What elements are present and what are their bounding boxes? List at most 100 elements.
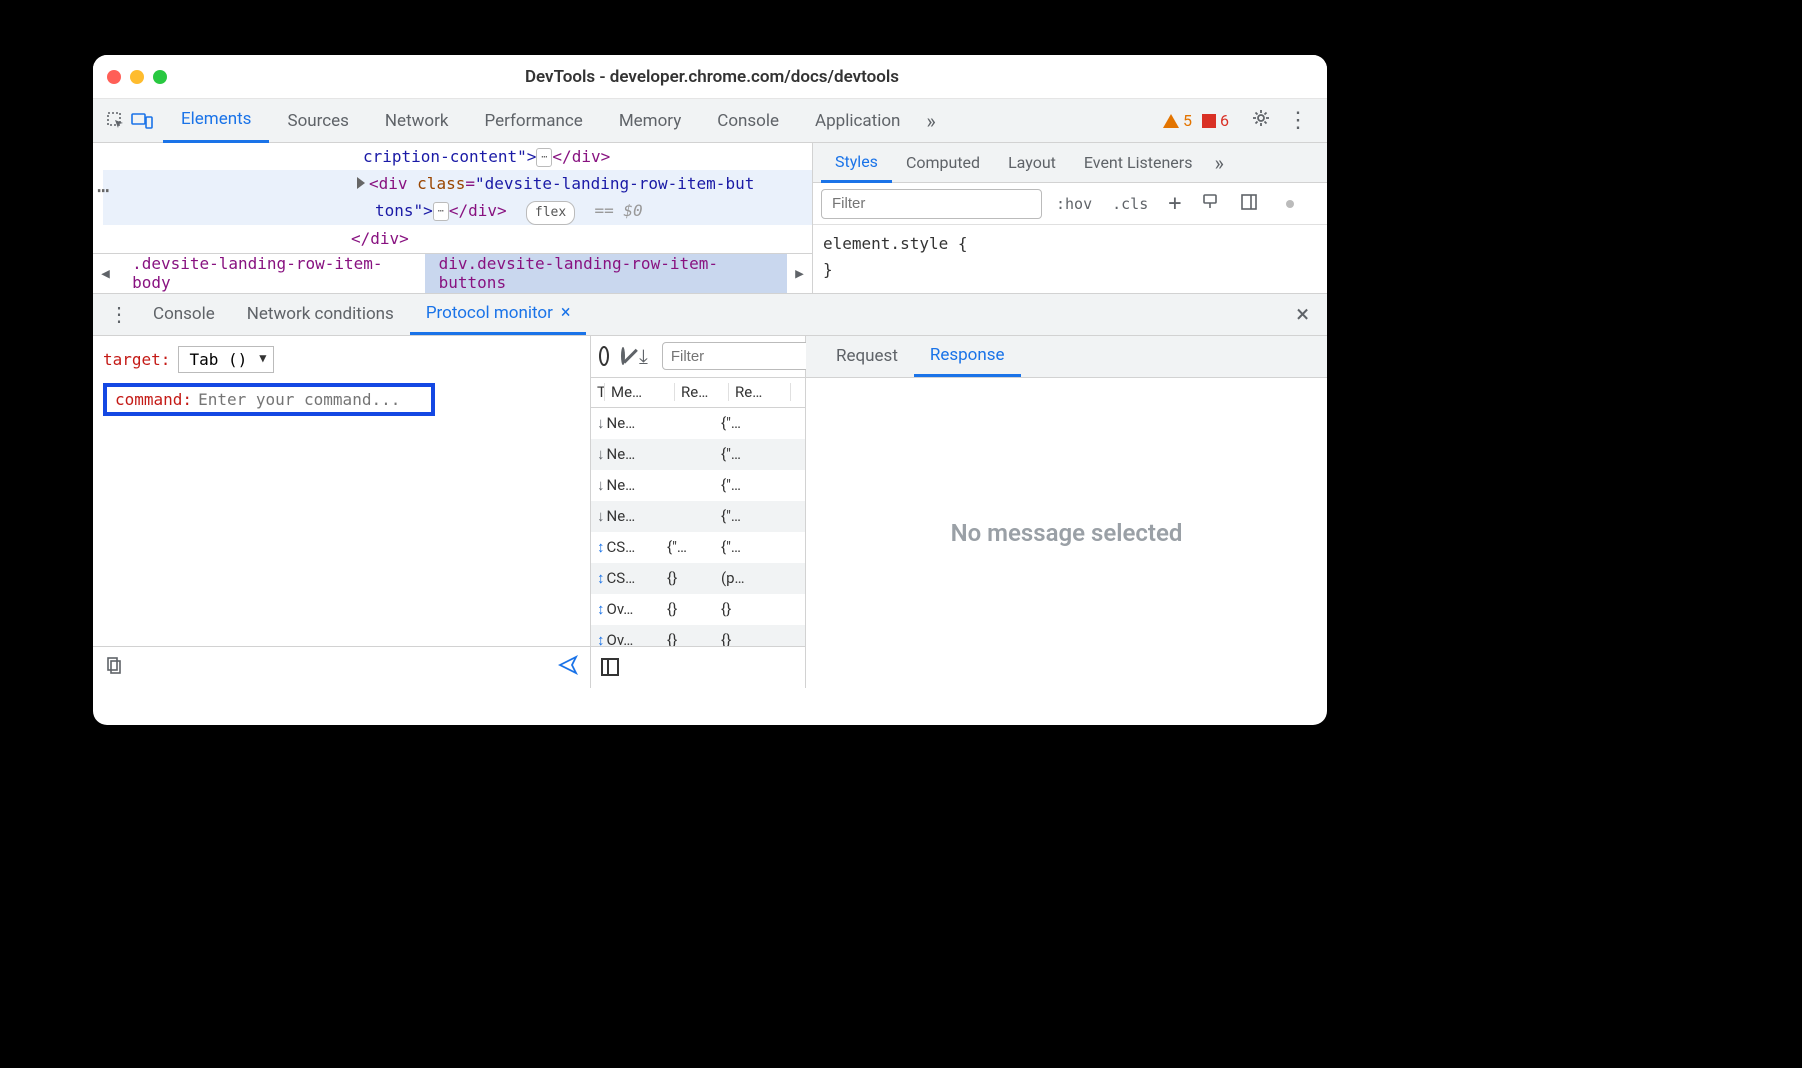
protocol-monitor-toolbar: ⤓ bbox=[591, 336, 805, 378]
cell-request: {} bbox=[661, 600, 715, 618]
table-row[interactable]: ↓Ne…{"… bbox=[591, 470, 805, 501]
titlebar: DevTools - developer.chrome.com/docs/dev… bbox=[93, 55, 1327, 99]
col-method[interactable]: Me… bbox=[605, 383, 675, 401]
crumb-left-icon[interactable]: ◂ bbox=[93, 261, 118, 286]
kebab-menu-icon[interactable]: ⋮ bbox=[1279, 108, 1317, 133]
styles-body[interactable]: element.style { } bbox=[813, 225, 1327, 288]
styles-tab-layout[interactable]: Layout bbox=[994, 143, 1070, 183]
warnings-badge[interactable]: 5 bbox=[1163, 111, 1192, 130]
overflow-ellipsis-icon: ⋯ bbox=[97, 173, 109, 207]
record-icon[interactable] bbox=[601, 348, 607, 364]
tab-application[interactable]: Application bbox=[797, 99, 918, 143]
col-type[interactable]: T bbox=[591, 383, 605, 401]
errors-badge[interactable]: 6 bbox=[1202, 111, 1229, 130]
cell-response: {"… bbox=[715, 538, 777, 556]
cell-method: ↕Ov… bbox=[591, 631, 661, 646]
styles-toolbar: :hov .cls + bbox=[813, 183, 1327, 225]
drawer-menu-icon[interactable]: ⋮ bbox=[101, 302, 137, 326]
protocol-message-table[interactable]: T Me… Re… Re… ↓Ne…{"…↓Ne…{"…↓Ne…{"…↓Ne…{… bbox=[591, 378, 805, 646]
close-drawer-icon[interactable]: × bbox=[1286, 300, 1319, 328]
styles-more-tabs-icon[interactable]: » bbox=[1206, 151, 1231, 175]
dom-line[interactable]: </div> bbox=[103, 225, 812, 252]
arrow-up-icon: ↕ bbox=[597, 569, 605, 587]
arrow-up-icon: ↕ bbox=[597, 631, 605, 646]
styles-tab-styles[interactable]: Styles bbox=[821, 143, 892, 183]
command-row-highlighted: command: bbox=[103, 383, 435, 416]
minimize-window-button[interactable] bbox=[130, 70, 144, 84]
table-row[interactable]: ↕Ov…{}{} bbox=[591, 625, 805, 646]
tab-sources[interactable]: Sources bbox=[269, 99, 366, 143]
close-tab-icon[interactable]: × bbox=[561, 302, 571, 323]
cell-request: {"… bbox=[661, 538, 715, 556]
arrow-up-icon: ↕ bbox=[597, 600, 605, 618]
cell-response: {"… bbox=[715, 414, 777, 432]
styles-tab-computed[interactable]: Computed bbox=[892, 143, 994, 183]
send-command-icon[interactable] bbox=[558, 655, 578, 680]
protocol-monitor-detail-panel: Request Response No message selected bbox=[806, 336, 1327, 688]
cell-request: {} bbox=[661, 631, 715, 646]
more-tabs-icon[interactable]: » bbox=[918, 109, 943, 133]
class-toggle-button[interactable]: .cls bbox=[1106, 195, 1154, 213]
drawer-tab-network-conditions[interactable]: Network conditions bbox=[231, 293, 410, 335]
detail-empty-state: No message selected bbox=[806, 378, 1327, 688]
cell-method: ↕CS… bbox=[591, 569, 661, 587]
settings-gear-icon[interactable] bbox=[1243, 108, 1279, 134]
drawer-tab-protocol-monitor[interactable]: Protocol monitor× bbox=[410, 293, 587, 335]
table-row[interactable]: ↕Ov…{}{} bbox=[591, 594, 805, 625]
panel-layout-icon[interactable] bbox=[1234, 193, 1264, 215]
command-label: command: bbox=[115, 390, 192, 409]
table-row[interactable]: ↓Ne…{"… bbox=[591, 439, 805, 470]
dom-tree[interactable]: ⋯ cription-content">⋯</div> <div class="… bbox=[93, 143, 812, 253]
command-input[interactable] bbox=[198, 390, 423, 409]
table-row[interactable]: ↕CS…{}(p… bbox=[591, 563, 805, 594]
breadcrumb-item-selected[interactable]: div.devsite-landing-row-item-buttons bbox=[425, 254, 787, 293]
styles-tab-bar: Styles Computed Layout Event Listeners » bbox=[813, 143, 1327, 183]
toggle-sidebar-icon[interactable] bbox=[601, 658, 619, 676]
col-request[interactable]: Re… bbox=[675, 383, 729, 401]
tab-console[interactable]: Console bbox=[699, 99, 797, 143]
copy-icon[interactable] bbox=[105, 656, 123, 678]
flex-badge[interactable]: flex bbox=[526, 201, 575, 225]
styles-filter-input[interactable] bbox=[821, 189, 1042, 219]
paint-icon[interactable] bbox=[1196, 193, 1226, 215]
tab-performance[interactable]: Performance bbox=[466, 99, 600, 143]
dom-line[interactable]: cription-content">⋯</div> bbox=[103, 143, 812, 170]
styles-tab-event-listeners[interactable]: Event Listeners bbox=[1070, 143, 1207, 183]
error-icon bbox=[1202, 114, 1216, 128]
device-toggle-icon[interactable] bbox=[129, 108, 155, 134]
arrow-down-icon: ↓ bbox=[597, 507, 605, 525]
arrow-down-icon: ↓ bbox=[597, 445, 605, 463]
target-select[interactable]: Tab () bbox=[178, 346, 274, 373]
expand-dots-icon[interactable]: ⋯ bbox=[433, 202, 449, 221]
new-style-rule-icon[interactable]: + bbox=[1162, 191, 1187, 216]
tab-memory[interactable]: Memory bbox=[601, 99, 699, 143]
breadcrumb-item[interactable]: .devsite-landing-row-item-body bbox=[118, 254, 425, 293]
detail-tab-response[interactable]: Response bbox=[914, 335, 1021, 377]
breadcrumb: ◂ .devsite-landing-row-item-body div.dev… bbox=[93, 253, 812, 293]
close-window-button[interactable] bbox=[107, 70, 121, 84]
zoom-window-button[interactable] bbox=[153, 70, 167, 84]
cell-method: ↓Ne… bbox=[591, 507, 661, 525]
scroll-indicator-icon bbox=[1286, 200, 1294, 208]
detail-tab-request[interactable]: Request bbox=[820, 335, 914, 377]
expand-triangle-icon[interactable] bbox=[357, 177, 365, 189]
clear-icon[interactable] bbox=[621, 347, 625, 365]
hover-state-button[interactable]: :hov bbox=[1050, 195, 1098, 213]
dom-line-selected[interactable]: <div class="devsite-landing-row-item-but… bbox=[103, 170, 812, 225]
expand-dots-icon[interactable]: ⋯ bbox=[536, 148, 552, 167]
selected-node-ref: == $0 bbox=[594, 201, 642, 220]
protocol-monitor-table-panel: ⤓ T Me… Re… Re… ↓Ne…{"…↓Ne…{"…↓Ne…{"…↓Ne… bbox=[591, 336, 806, 688]
download-icon[interactable]: ⤓ bbox=[639, 344, 648, 368]
crumb-right-icon[interactable]: ▸ bbox=[787, 261, 812, 286]
inspect-icon[interactable] bbox=[103, 108, 129, 134]
table-row[interactable]: ↓Ne…{"… bbox=[591, 501, 805, 532]
cell-method: ↓Ne… bbox=[591, 476, 661, 494]
table-row[interactable]: ↓Ne…{"… bbox=[591, 408, 805, 439]
drawer-tab-console[interactable]: Console bbox=[137, 293, 231, 335]
tab-elements[interactable]: Elements bbox=[163, 99, 269, 143]
col-response[interactable]: Re… bbox=[729, 383, 791, 401]
target-label: target: bbox=[103, 350, 170, 369]
table-row[interactable]: ↕CS…{"…{"… bbox=[591, 532, 805, 563]
style-rule-line: } bbox=[823, 257, 1317, 283]
tab-network[interactable]: Network bbox=[367, 99, 467, 143]
